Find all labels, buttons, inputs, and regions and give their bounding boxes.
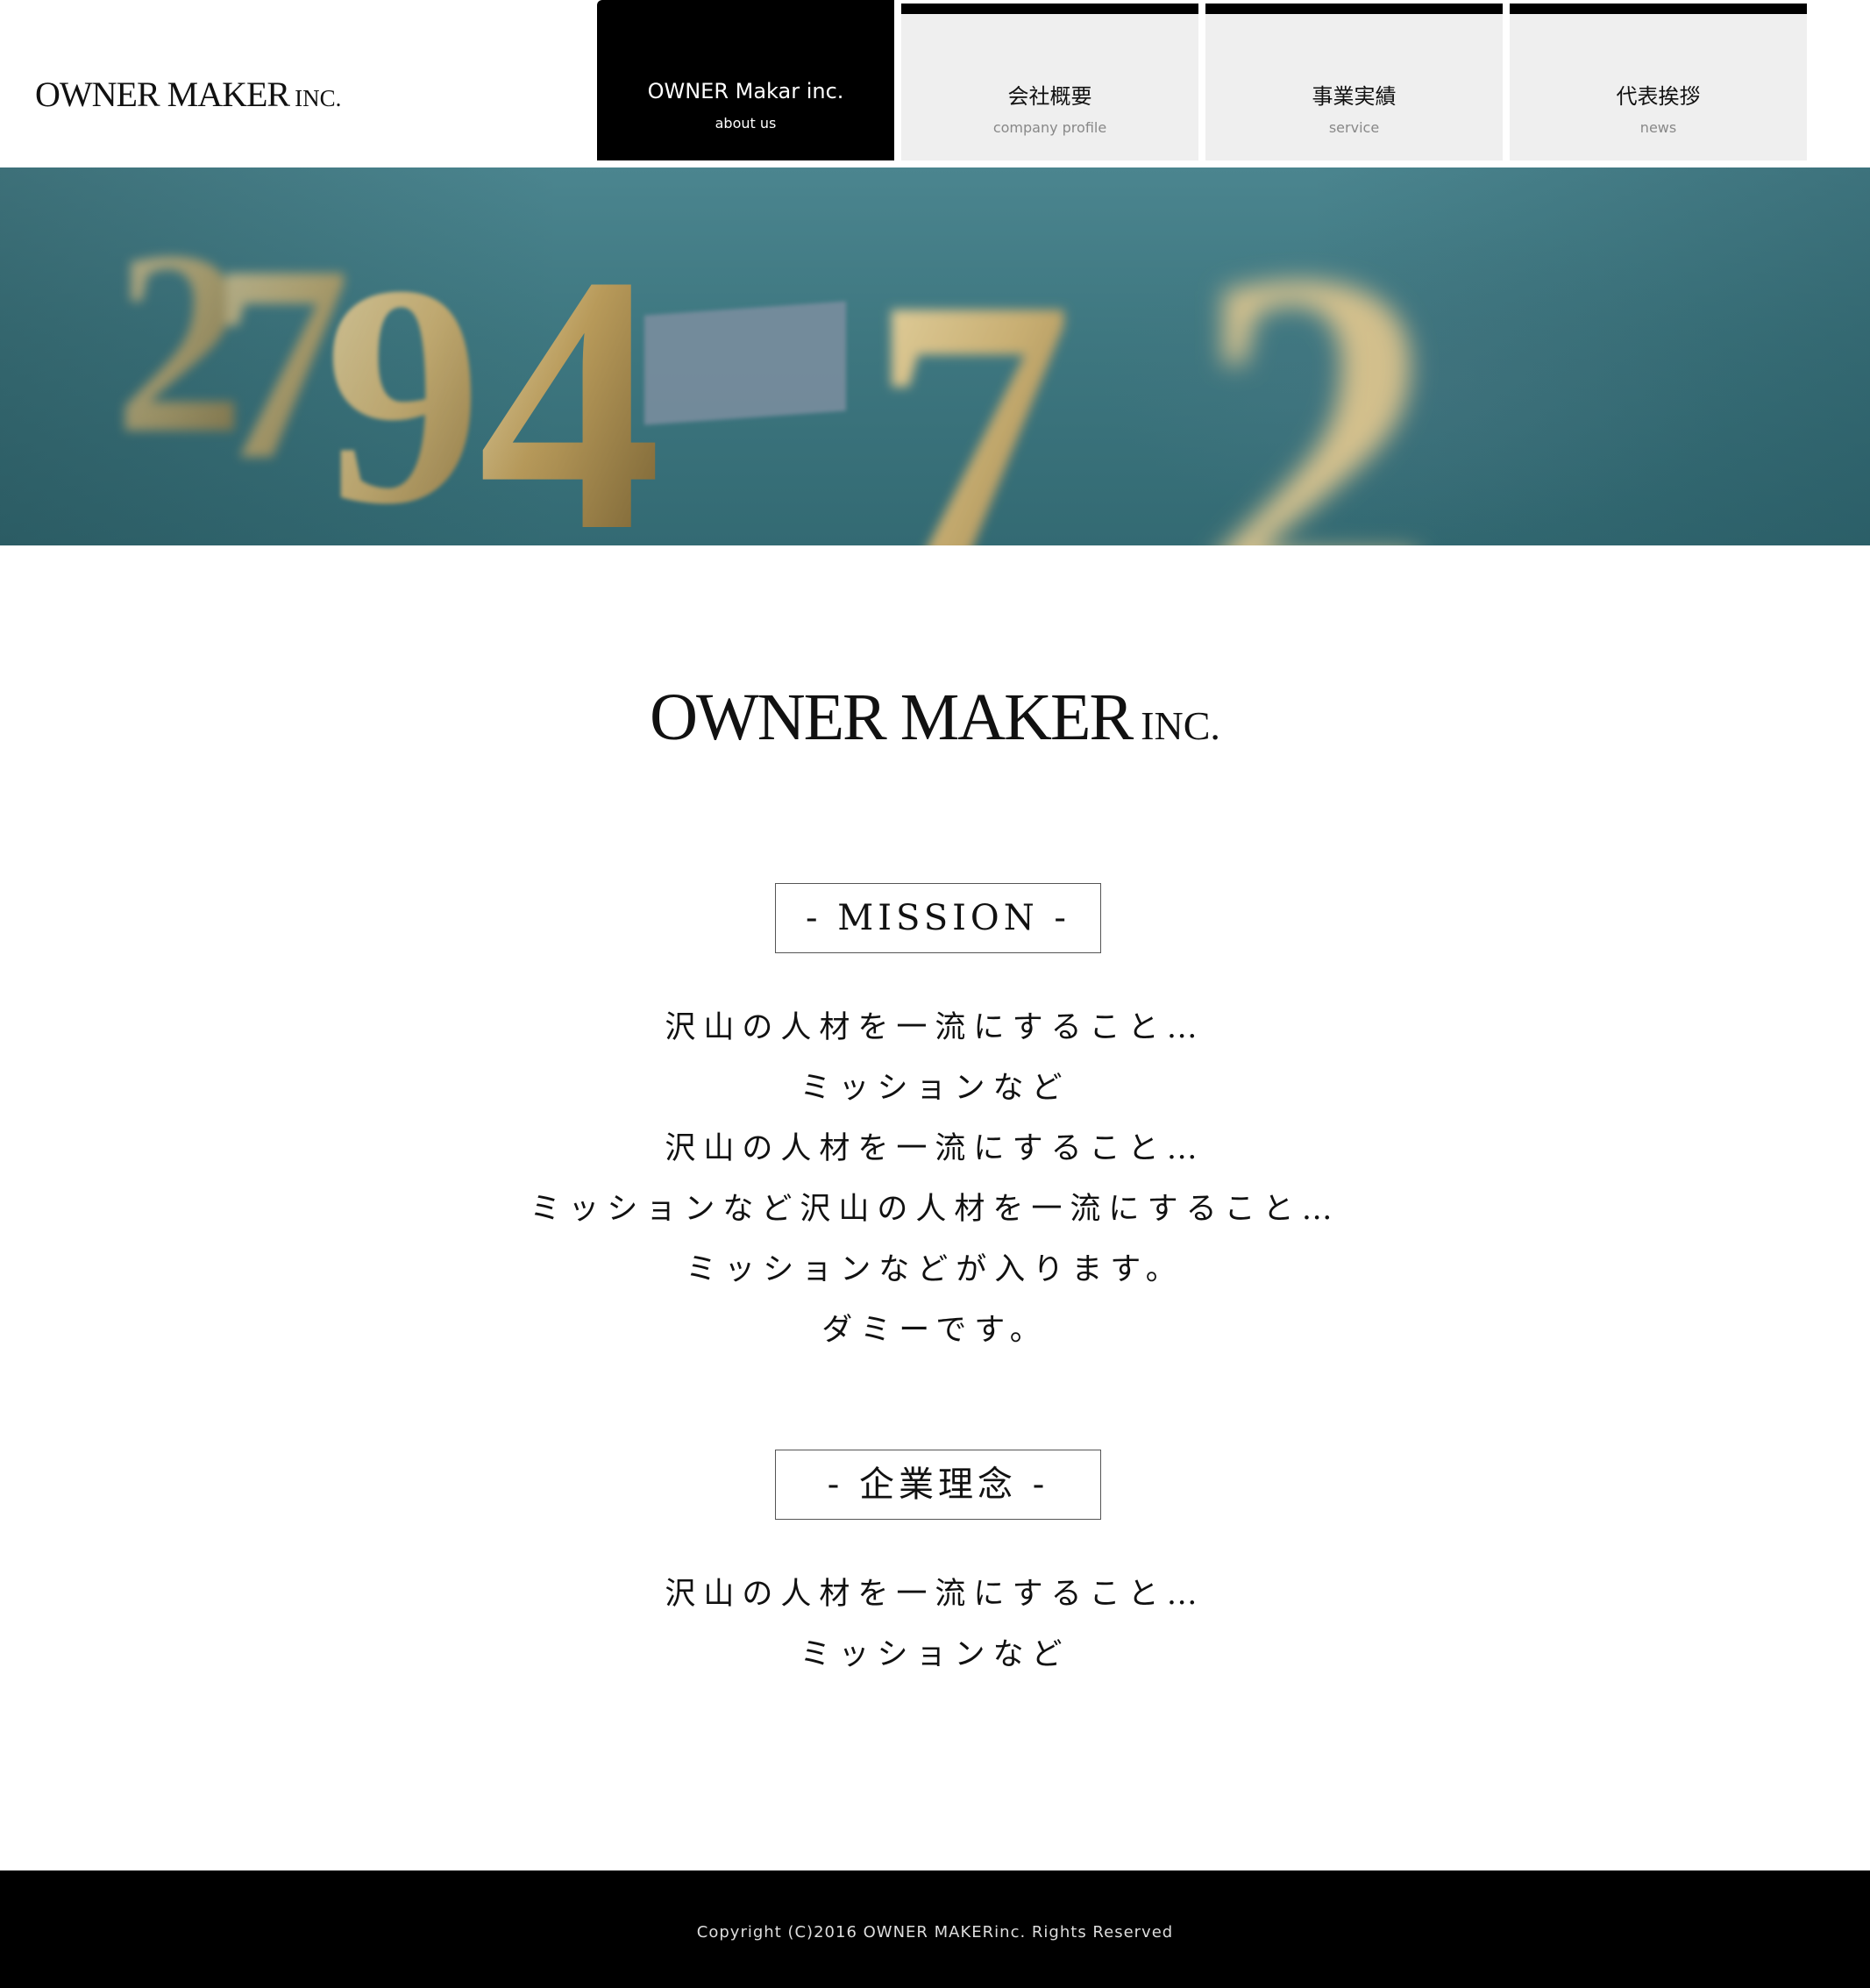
philosophy-line: 沢山の人材を一流にすること… bbox=[665, 1577, 1205, 1612]
nav-tab-service-sublabel: service bbox=[1328, 119, 1380, 136]
nav-tab-news-label: 代表挨拶 bbox=[1616, 84, 1701, 109]
nav-tab-company-profile[interactable]: 会社概要 company profile bbox=[901, 4, 1198, 160]
mission-line: ダミーです。 bbox=[821, 1313, 1049, 1348]
philosophy-line: ミッションなど bbox=[800, 1637, 1070, 1672]
mission-text: 沢山の人材を一流にすること… ミッションなど 沢山の人材を一流にすること… ミッ… bbox=[0, 998, 1870, 1361]
site-logo[interactable]: OWNER MAKER INC. bbox=[35, 77, 341, 112]
nav-tab-about[interactable]: OWNER Makar inc. about us bbox=[597, 0, 894, 160]
hero-image: 2 7 9 4 7 2 bbox=[0, 167, 1870, 545]
mission-line: 沢山の人材を一流にすること… bbox=[665, 1010, 1205, 1045]
company-logo-main-text: OWNER MAKER bbox=[650, 680, 1134, 754]
copyright-text: Copyright (C)2016 OWNER MAKERinc. Rights… bbox=[696, 1923, 1174, 1942]
site-footer: Copyright (C)2016 OWNER MAKERinc. Rights… bbox=[0, 1870, 1870, 1988]
nav-tab-company-profile-label: 会社概要 bbox=[1007, 84, 1092, 109]
site-header: OWNER MAKER INC. OWNER Makar inc. about u… bbox=[0, 0, 1870, 167]
mission-line: ミッションなど bbox=[800, 1071, 1070, 1106]
main-nav: OWNER Makar inc. about us 会社概要 company p… bbox=[597, 0, 1808, 160]
mission-line: ミッションなどが入ります。 bbox=[686, 1252, 1184, 1287]
logo-main-text: OWNER MAKER bbox=[35, 75, 290, 114]
nav-tab-service[interactable]: 事業実績 service bbox=[1205, 4, 1503, 160]
nav-tab-about-sublabel: about us bbox=[715, 115, 777, 132]
mission-line: ミッションなど沢山の人材を一流にすること… bbox=[530, 1192, 1340, 1227]
philosophy-heading: - 企業理念 - bbox=[775, 1450, 1101, 1520]
nav-tab-company-profile-sublabel: company profile bbox=[992, 119, 1107, 136]
mission-line: 沢山の人材を一流にすること… bbox=[665, 1131, 1205, 1166]
hero-vignette bbox=[0, 167, 1870, 545]
philosophy-text: 沢山の人材を一流にすること… ミッションなど bbox=[0, 1564, 1870, 1685]
nav-tab-service-label: 事業実績 bbox=[1312, 84, 1397, 109]
mission-heading: - MISSION - bbox=[775, 883, 1101, 953]
company-logo-large: OWNER MAKER INC. bbox=[0, 684, 1870, 751]
nav-tab-about-label: OWNER Makar inc. bbox=[647, 79, 844, 103]
logo-suffix-text: INC. bbox=[295, 85, 342, 111]
nav-tab-news[interactable]: 代表挨拶 news bbox=[1510, 4, 1807, 160]
nav-tab-news-sublabel: news bbox=[1639, 119, 1677, 136]
company-logo-suffix-text: INC. bbox=[1141, 703, 1220, 748]
